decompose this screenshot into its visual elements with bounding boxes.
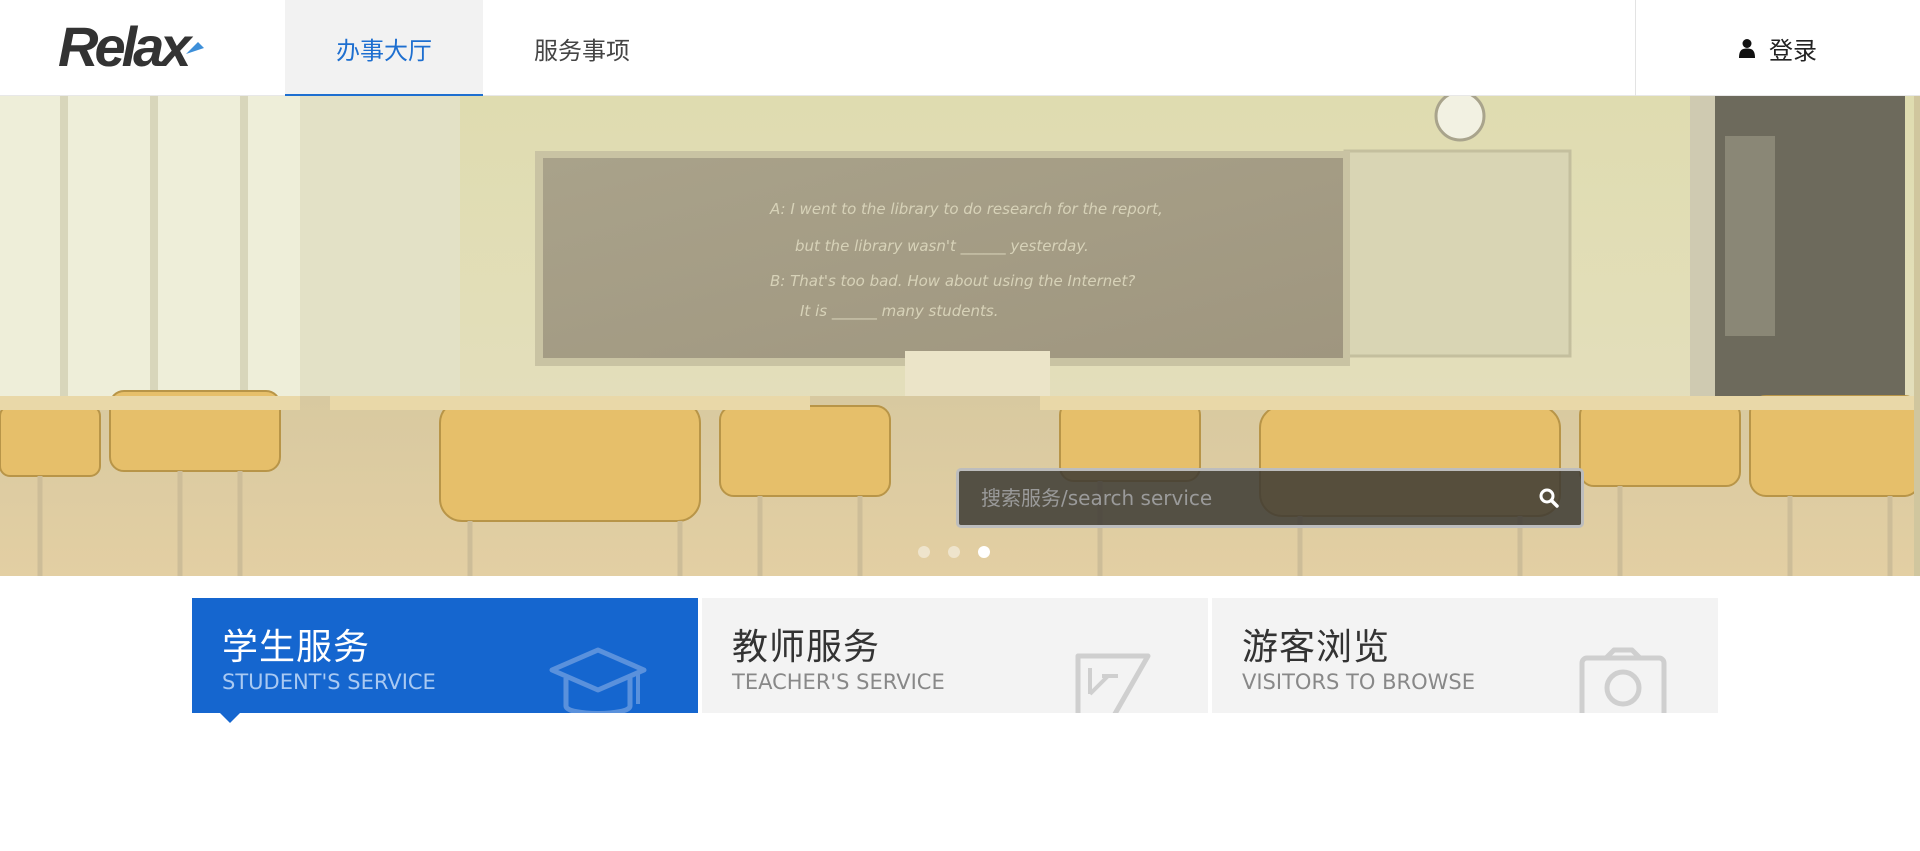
carousel-dot-1[interactable] xyxy=(918,546,930,558)
student-service-card[interactable]: 学生服务 STUDENT'S SERVICE xyxy=(192,598,698,723)
user-icon xyxy=(1739,39,1755,58)
visitor-browse-subtitle: VISITORS TO BROWSE xyxy=(1242,670,1475,694)
carousel-dot-3[interactable] xyxy=(978,546,990,558)
hero-banner: A: I went to the library to do research … xyxy=(0,96,1920,576)
chalkboard-line-2: but the library wasn't ______ yesterday. xyxy=(795,237,1089,256)
search-box xyxy=(956,468,1584,528)
tab-service-hall[interactable]: 办事大厅 xyxy=(285,0,483,97)
tab-service-hall-label: 办事大厅 xyxy=(336,36,432,65)
camera-icon xyxy=(1579,647,1667,713)
visitor-browse-card[interactable]: 游客浏览 VISITORS TO BROWSE xyxy=(1212,598,1718,713)
search-input[interactable] xyxy=(959,471,1517,525)
chalkboard-line-3: B: That's too bad. How about using the I… xyxy=(770,272,1135,290)
visitor-browse-title: 游客浏览 xyxy=(1242,627,1391,668)
login-label: 登录 xyxy=(1769,36,1817,65)
tab-service-items-label: 服务事项 xyxy=(534,36,630,65)
teacher-service-card[interactable]: 教师服务 TEACHER'S SERVICE xyxy=(702,598,1208,713)
login-button[interactable]: 登录 xyxy=(1635,0,1920,96)
service-cards: 学生服务 STUDENT'S SERVICE 教师服务 TEACHER'S SE… xyxy=(192,598,1718,723)
chalkboard-line-4: It is ______ many students. xyxy=(800,302,998,321)
ruler-pencil-icon xyxy=(1075,653,1151,713)
teacher-service-subtitle: TEACHER'S SERVICE xyxy=(732,670,945,694)
teacher-service-title: 教师服务 xyxy=(732,627,881,668)
logo-text: Relax xyxy=(58,15,194,78)
search-button[interactable] xyxy=(1517,471,1581,525)
banner-scrollbar[interactable] xyxy=(1914,96,1920,576)
top-header: Relax 办事大厅 服务事项 登录 xyxy=(0,0,1920,97)
carousel-indicators xyxy=(918,546,990,558)
chalkboard-line-1: A: I went to the library to do research … xyxy=(769,200,1163,218)
graduation-cap-icon xyxy=(549,647,647,713)
carousel-dot-2[interactable] xyxy=(948,546,960,558)
student-service-subtitle: STUDENT'S SERVICE xyxy=(222,670,436,694)
main-nav: 办事大厅 服务事项 xyxy=(285,0,681,97)
tab-service-items[interactable]: 服务事项 xyxy=(483,0,681,96)
student-service-title: 学生服务 xyxy=(222,627,371,668)
search-icon xyxy=(1539,488,1559,508)
relax-logo[interactable]: Relax xyxy=(58,14,208,80)
